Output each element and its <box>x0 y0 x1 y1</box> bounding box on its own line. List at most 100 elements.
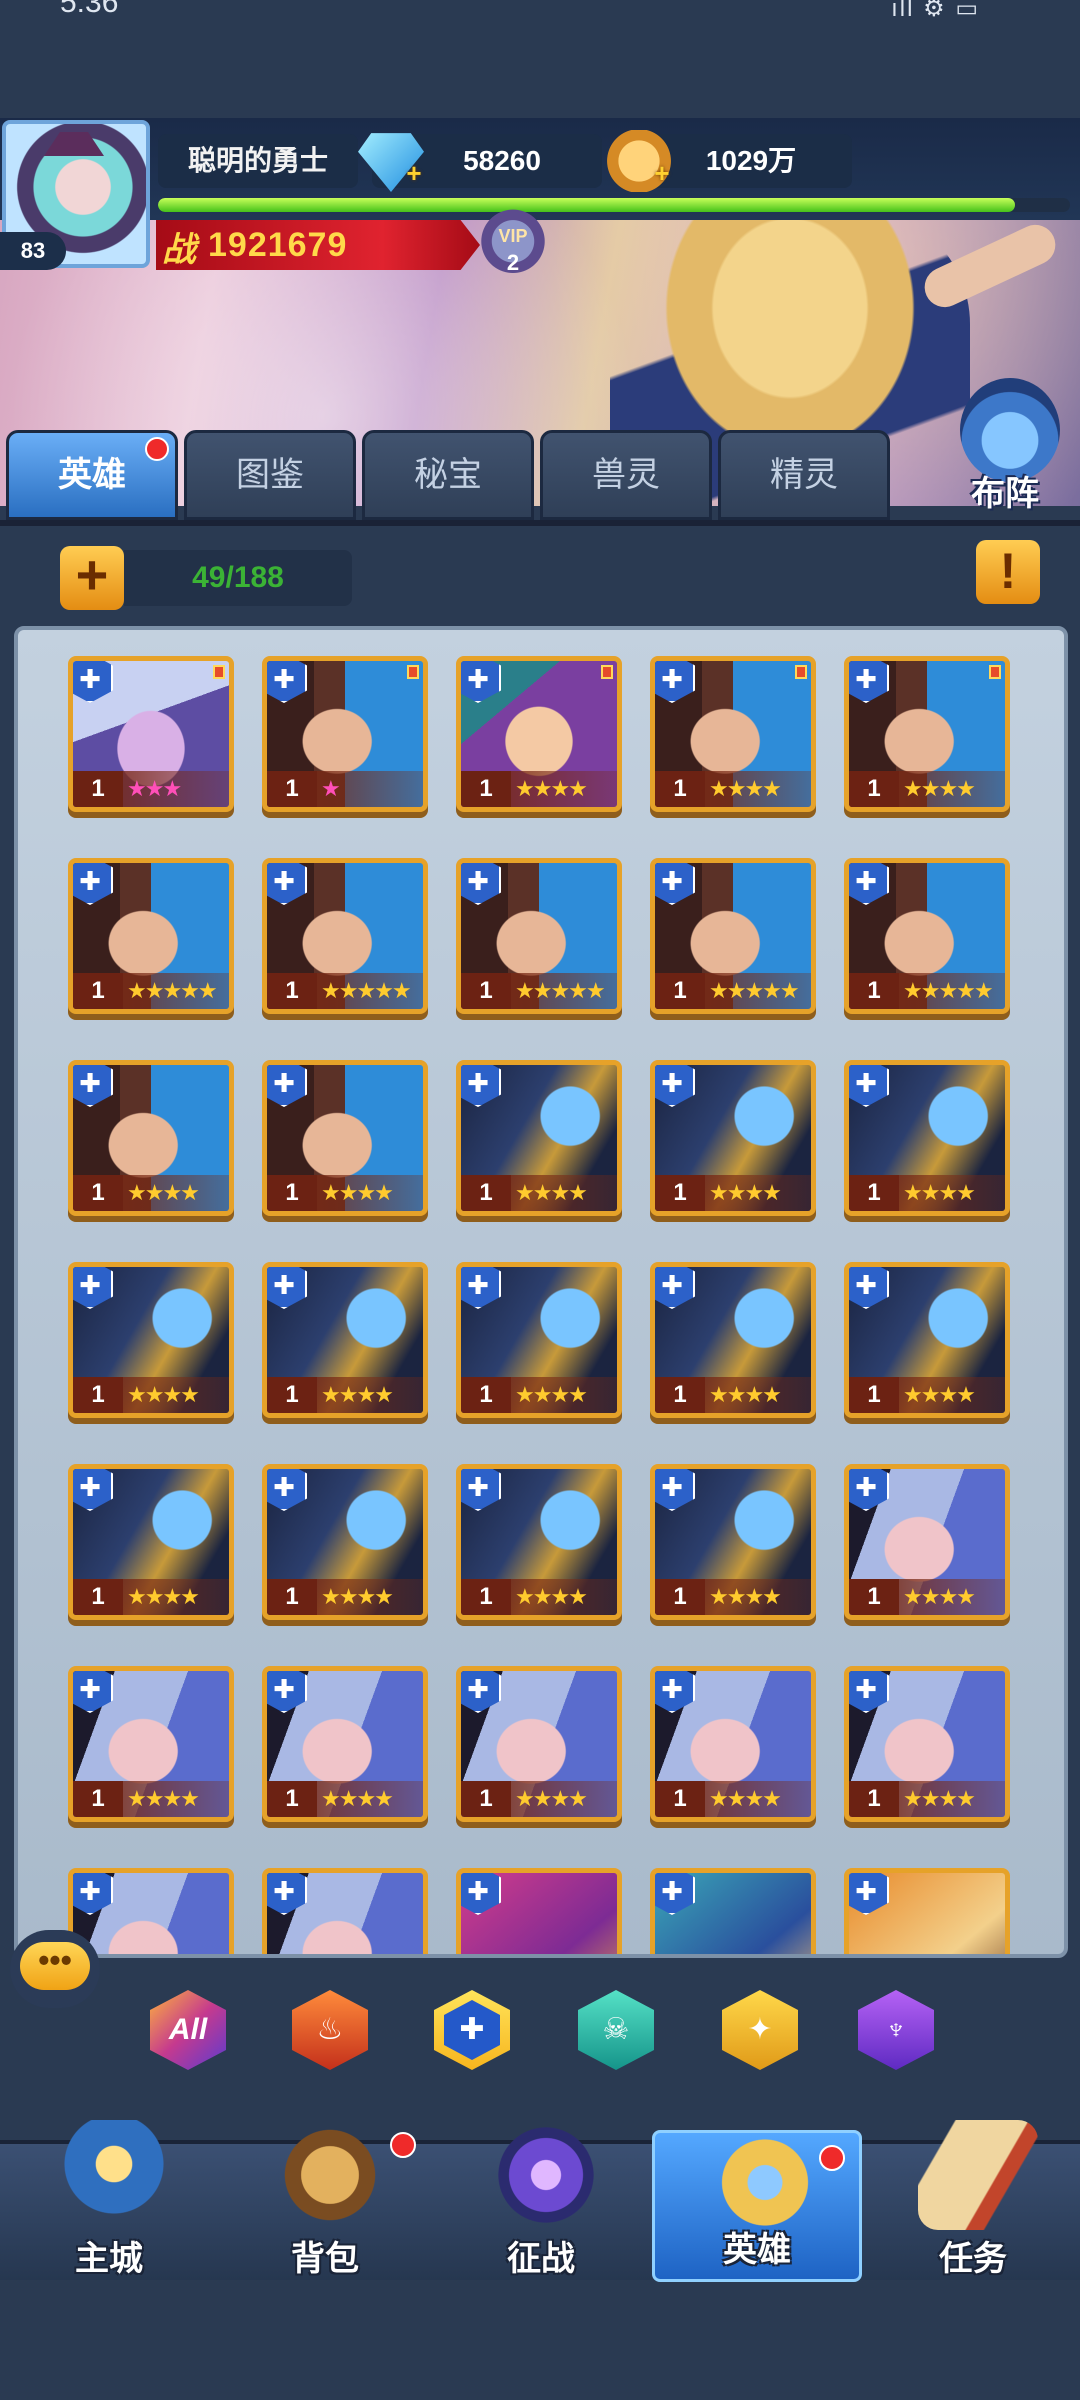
hero-card[interactable]: ✚ <box>262 1868 428 1954</box>
hero-card[interactable]: ✚ 1 ★★★★ <box>262 1666 428 1822</box>
hero-card[interactable]: ✚ 1 ★★★★ <box>262 1060 428 1216</box>
nav-bag[interactable]: 背包 <box>220 2120 430 2288</box>
add-coins-icon[interactable]: + <box>650 160 674 186</box>
vip-badge[interactable]: VIP 2 <box>480 208 546 282</box>
hero-level: 1 <box>655 1781 705 1817</box>
hero-grid-panel[interactable]: ✚ 1 ★★★ ✚ 1 ★ ✚ 1 ★★★★ ✚ 1 ★★★★ ✚ 1 ★★★★ ✚ 1 ★★★★★ ✚ 1 ★★★★★… <box>14 626 1068 1958</box>
notification-dot <box>390 2132 416 2158</box>
hero-card[interactable]: ✚ 1 ★★★★ <box>68 1262 234 1418</box>
filter-label: ☠ <box>602 2013 630 2046</box>
hero-level: 1 <box>267 1175 317 1211</box>
hero-card[interactable]: ✚ <box>456 1868 622 1954</box>
light-filter-icon[interactable]: ✦ <box>722 1990 798 2070</box>
tab-3[interactable]: 兽灵 <box>540 430 712 520</box>
hero-stars: ★★★★ <box>899 1579 1005 1615</box>
hero-level: 1 <box>73 973 123 1009</box>
status-icons: ıll ⚙ ▭ <box>891 0 980 22</box>
add-gems-icon[interactable]: + <box>402 160 426 186</box>
chat-icon: ••• <box>20 1942 90 1990</box>
nav-label: 背包 <box>291 2240 359 2278</box>
hero-stars: ★★★★ <box>899 771 1005 807</box>
hero-stars: ★★★★ <box>705 1781 811 1817</box>
hero-level: 1 <box>461 1579 511 1615</box>
hero-level: 1 <box>655 1377 705 1413</box>
hero-card[interactable]: ✚ 1 ★★★★ <box>844 1262 1010 1418</box>
skull-filter-icon[interactable]: ☠ <box>578 1990 654 2070</box>
info-button[interactable]: ! <box>976 540 1040 604</box>
tab-0[interactable]: 英雄 <box>6 430 178 520</box>
filter-label: ✚ <box>444 2000 500 2060</box>
notification-dot <box>819 2145 845 2171</box>
hero-card[interactable]: ✚ 1 ★★★★ <box>650 1464 816 1620</box>
dark-filter-icon[interactable]: ♆ <box>858 1990 934 2070</box>
tab-2[interactable]: 秘宝 <box>362 430 534 520</box>
hero-card[interactable]: ✚ 1 ★★★★ <box>650 1666 816 1822</box>
hero-card[interactable]: ✚ 1 ★ <box>262 656 428 812</box>
expand-slots-button[interactable]: + <box>60 546 124 610</box>
hero-card[interactable]: ✚ 1 ★★★★ <box>650 656 816 812</box>
formation-button[interactable]: 布阵 <box>940 378 1070 518</box>
nav-castle[interactable]: 主城 <box>4 2120 214 2288</box>
divider <box>0 520 1080 526</box>
hero-card[interactable]: ✚ 1 ★★★★★ <box>650 858 816 1014</box>
battle-icon <box>486 2120 606 2230</box>
hero-card[interactable]: ✚ 1 ★★★★ <box>456 656 622 812</box>
filter-label: ♆ <box>884 2013 908 2046</box>
hero-card[interactable]: ✚ 1 ★★★★ <box>456 1666 622 1822</box>
hero-card[interactable]: ✚ 1 ★★★★★ <box>68 858 234 1014</box>
hero-card[interactable]: ✚ 1 ★★★★★ <box>844 858 1010 1014</box>
hero-stars: ★★★ <box>123 771 229 807</box>
hero-card[interactable]: ✚ 1 ★★★★ <box>844 656 1010 812</box>
hero-card[interactable]: ✚ <box>68 1868 234 1954</box>
water-filter-icon[interactable]: ✚ <box>434 1990 510 2070</box>
coin-counter[interactable]: + 1029万 <box>606 130 852 192</box>
nav-quest[interactable]: 任务 <box>868 2120 1078 2288</box>
power-prefix: 战 <box>162 231 196 269</box>
hero-level: 1 <box>267 1781 317 1817</box>
tab-1[interactable]: 图鉴 <box>184 430 356 520</box>
hero-level: 1 <box>849 1579 899 1615</box>
tab-label: 秘宝 <box>414 456 482 494</box>
player-name[interactable]: 聪明的勇士 <box>158 134 358 188</box>
hero-card[interactable]: ✚ 1 ★★★★★ <box>262 858 428 1014</box>
hero-card[interactable]: ✚ 1 ★★★★ <box>456 1060 622 1216</box>
hero-stars: ★★★★ <box>317 1579 423 1615</box>
gem-counter[interactable]: + 58260 <box>358 133 602 192</box>
hero-stars: ★★★★★ <box>317 973 423 1009</box>
tab-4[interactable]: 精灵 <box>718 430 890 520</box>
hero-card[interactable]: ✚ 1 ★★★★ <box>68 1060 234 1216</box>
hero-card[interactable]: ✚ 1 ★★★★ <box>456 1464 622 1620</box>
tab-label: 图鉴 <box>236 456 304 494</box>
new-badge-icon <box>407 665 419 679</box>
hero-count: 49/188 <box>124 550 352 606</box>
hero-card[interactable]: ✚ 1 ★★★★ <box>68 1666 234 1822</box>
power-value: 1921679 <box>208 226 348 264</box>
all-filter-icon[interactable]: All <box>150 1990 226 2070</box>
hero-level: 1 <box>849 771 899 807</box>
filter-label: ✦ <box>747 2013 773 2046</box>
nav-hero[interactable]: 英雄 <box>652 2130 862 2282</box>
fire-filter-icon[interactable]: ♨ <box>292 1990 368 2070</box>
bottom-nav: 主城 背包 征战 英雄 任务 <box>0 2120 1080 2282</box>
hero-card[interactable]: ✚ 1 ★★★★ <box>650 1060 816 1216</box>
bottom-strip <box>0 2282 1080 2400</box>
hero-stars: ★★★★ <box>511 771 617 807</box>
hero-card[interactable]: ✚ 1 ★★★ <box>68 656 234 812</box>
hero-level: 1 <box>267 771 317 807</box>
hero-card[interactable]: ✚ 1 ★★★★ <box>844 1060 1010 1216</box>
nav-battle[interactable]: 征战 <box>436 2120 646 2288</box>
hero-card[interactable]: ✚ 1 ★★★★ <box>262 1262 428 1418</box>
hero-card[interactable]: ✚ 1 ★★★★ <box>844 1666 1010 1822</box>
hero-card[interactable]: ✚ 1 ★★★★ <box>650 1262 816 1418</box>
hero-card[interactable]: ✚ <box>650 1868 816 1954</box>
hero-card[interactable]: ✚ 1 ★★★★ <box>844 1464 1010 1620</box>
hero-card[interactable]: ✚ <box>844 1868 1010 1954</box>
hero-card[interactable]: ✚ 1 ★★★★ <box>456 1262 622 1418</box>
hero-card[interactable]: ✚ 1 ★★★★ <box>68 1464 234 1620</box>
hero-card[interactable]: ✚ 1 ★★★★ <box>262 1464 428 1620</box>
hero-card[interactable]: ✚ 1 ★★★★★ <box>456 858 622 1014</box>
hero-level: 1 <box>461 973 511 1009</box>
hero-stars: ★★★★ <box>317 1377 423 1413</box>
hero-level: 1 <box>655 1175 705 1211</box>
filter-label: ♨ <box>316 2013 344 2046</box>
